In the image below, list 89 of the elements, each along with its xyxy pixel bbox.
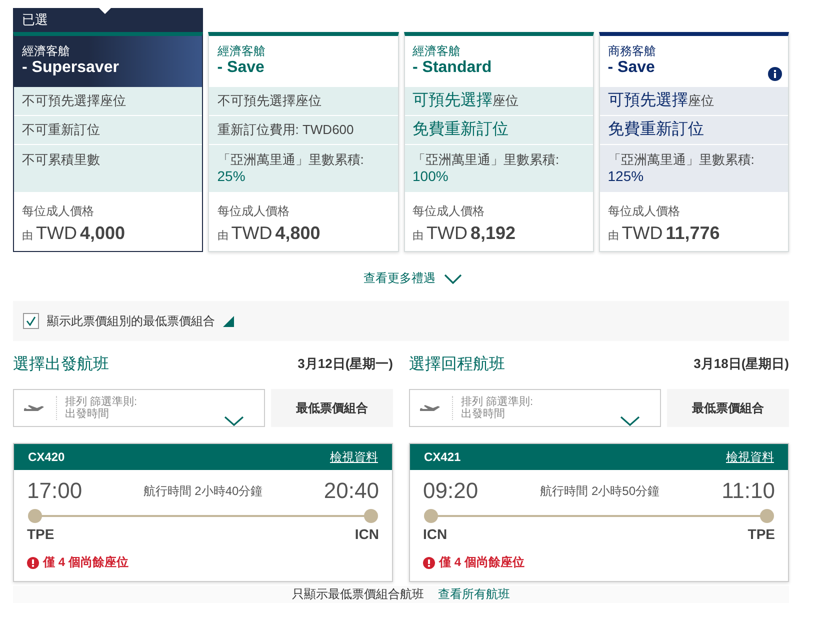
airplane-icon bbox=[420, 403, 442, 413]
miles-percentage: 100% bbox=[412, 168, 450, 184]
price-amount: 11,776 bbox=[666, 223, 720, 244]
fare-feature: 「亞洲萬里通」里數累積: bbox=[412, 152, 560, 168]
flight-duration: 航行時間 2小時50分鐘 bbox=[540, 482, 660, 500]
cabin-label: 經濟客艙 bbox=[217, 44, 266, 58]
flight-duration: 航行時間 2小時40分鐘 bbox=[143, 482, 263, 500]
sort-label: 排列 篩選準則: bbox=[65, 396, 138, 408]
fare-feature: 可預先選擇座位 bbox=[412, 93, 520, 109]
lowest-fare-button[interactable]: 最低票價組合 bbox=[667, 389, 789, 427]
seats-warning: 僅 4 個尚餘座位 bbox=[439, 554, 524, 571]
all-flights-link[interactable]: 查看所有航班 bbox=[438, 586, 510, 603]
details-link[interactable]: 檢視資料 bbox=[726, 448, 774, 466]
departure-time: 09:20 bbox=[423, 478, 478, 504]
currency: TWD bbox=[36, 223, 77, 244]
from-label: 由 bbox=[608, 229, 619, 243]
flight-number: CX420 bbox=[28, 450, 65, 464]
fare-feature: 免費重新訂位 bbox=[412, 122, 510, 138]
sort-value: 出發時間 bbox=[65, 408, 110, 420]
currency: TWD bbox=[426, 223, 468, 244]
departure-time: 17:00 bbox=[27, 478, 82, 504]
section-title: 選擇回程航班 bbox=[409, 354, 505, 374]
fare-feature: 重新訂位費用: TWD600 bbox=[217, 122, 355, 138]
fare-card[interactable]: 經濟客艙 - Supersaver 不可預先選擇座位 不可重新訂位 不可累積里數 每位成人價格 由 TWD 4,000 bbox=[13, 32, 204, 252]
price-label: 每位成人價格 bbox=[608, 203, 681, 220]
fare-card[interactable]: 商務客艙 - Save 可預先選擇座位 免費重新訂位 「亞洲萬里通」里數累積: 125% 每位成人價格 由 TWD 11,776 bbox=[598, 32, 789, 252]
more-benefits-link[interactable]: 查看更多禮遇 bbox=[364, 270, 462, 287]
destination-airport: TPE bbox=[748, 526, 775, 542]
flight-date: 3月12日(星期一) bbox=[298, 355, 393, 373]
fare-name: - Supersaver bbox=[22, 58, 119, 78]
from-label: 由 bbox=[217, 229, 228, 243]
lowest-fare-button[interactable]: 最低票價組合 bbox=[271, 389, 393, 427]
sort-value: 出發時間 bbox=[461, 408, 506, 420]
fare-name: - Save bbox=[608, 58, 655, 78]
fare-feature: 不可累積里數 bbox=[22, 152, 101, 168]
price-amount: 4,000 bbox=[80, 223, 126, 244]
info-icon[interactable] bbox=[768, 67, 782, 81]
footer-text: 只顯示最低票價組合航班 bbox=[292, 586, 424, 603]
price-amount: 4,800 bbox=[275, 223, 320, 244]
fare-name: - Standard bbox=[412, 58, 492, 78]
price-label: 每位成人價格 bbox=[22, 203, 95, 220]
sort-dropdown[interactable]: 排列 篩選準則: 出發時間 bbox=[409, 389, 661, 427]
currency: TWD bbox=[622, 223, 663, 244]
price-label: 每位成人價格 bbox=[217, 203, 290, 220]
fare-feature: 不可重新訂位 bbox=[22, 122, 101, 138]
seats-warning: 僅 4 個尚餘座位 bbox=[43, 554, 128, 571]
currency: TWD bbox=[231, 223, 272, 244]
miles-percentage: 25% bbox=[217, 168, 246, 184]
pointer-notch bbox=[99, 8, 112, 14]
details-link[interactable]: 檢視資料 bbox=[330, 448, 378, 466]
section-title: 選擇出發航班 bbox=[13, 354, 109, 374]
arrival-time: 11:10 bbox=[722, 478, 775, 504]
fare-card[interactable]: 經濟客艙 - Standard 可預先選擇座位 免費重新訂位 「亞洲萬里通」里數累積: 100% 每位成人價格 由 TWD 8,192 bbox=[404, 32, 594, 252]
cabin-label: 經濟客艙 bbox=[412, 44, 462, 58]
flight-number: CX421 bbox=[424, 450, 461, 464]
flight-date: 3月18日(星期日) bbox=[694, 355, 789, 373]
cabin-label: 經濟客艙 bbox=[22, 44, 71, 58]
origin-airport: ICN bbox=[423, 526, 448, 542]
price-amount: 8,192 bbox=[470, 223, 516, 244]
alert-icon bbox=[423, 556, 435, 568]
fare-feature: 不可預先選擇座位 bbox=[217, 93, 322, 109]
chevron-down-icon bbox=[444, 274, 462, 284]
selected-label: 已選 bbox=[22, 11, 48, 29]
cabin-label: 商務客艙 bbox=[608, 44, 657, 58]
price-label: 每位成人價格 bbox=[412, 203, 486, 220]
from-label: 由 bbox=[412, 229, 424, 243]
flight-card[interactable]: CX421 檢視資料 09:20 航行時間 2小時50分鐘 11:10 ICN TPE 僅 4 個尚餘座位 bbox=[409, 443, 789, 582]
miles-percentage: 125% bbox=[608, 168, 645, 184]
alert-icon bbox=[27, 556, 39, 568]
chevron-down-icon bbox=[620, 416, 640, 426]
fare-feature: 「亞洲萬里通」里數累積: bbox=[217, 152, 365, 168]
fare-name: - Save bbox=[217, 58, 264, 78]
fare-card[interactable]: 經濟客艙 - Save 不可預先選擇座位 重新訂位費用: TWD600 「亞洲萬里通」里數累積: 25% 每位成人價格 由 TWD 4,800 bbox=[208, 32, 398, 252]
chevron-down-icon bbox=[224, 416, 244, 426]
fare-feature: 可預先選擇座位 bbox=[608, 93, 715, 109]
arrival-time: 20:40 bbox=[324, 478, 379, 504]
flight-card[interactable]: CX420 檢視資料 17:00 航行時間 2小時40分鐘 20:40 TPE ICN 僅 4 個尚餘座位 bbox=[13, 443, 393, 582]
destination-airport: ICN bbox=[354, 526, 379, 542]
origin-airport: TPE bbox=[27, 526, 54, 542]
fare-feature: 免費重新訂位 bbox=[608, 122, 705, 138]
sort-label: 排列 篩選準則: bbox=[461, 396, 534, 408]
airplane-icon bbox=[24, 403, 46, 413]
from-label: 由 bbox=[22, 229, 33, 243]
fare-feature: 「亞洲萬里通」里數累積: bbox=[608, 152, 756, 168]
fare-feature: 不可預先選擇座位 bbox=[22, 93, 127, 109]
triangle-icon bbox=[223, 316, 234, 326]
checkbox-label: 顯示此票價組別的最低票價組合 bbox=[47, 312, 215, 330]
sort-dropdown[interactable]: 排列 篩選準則: 出發時間 bbox=[13, 389, 265, 427]
checkbox[interactable] bbox=[23, 313, 39, 329]
